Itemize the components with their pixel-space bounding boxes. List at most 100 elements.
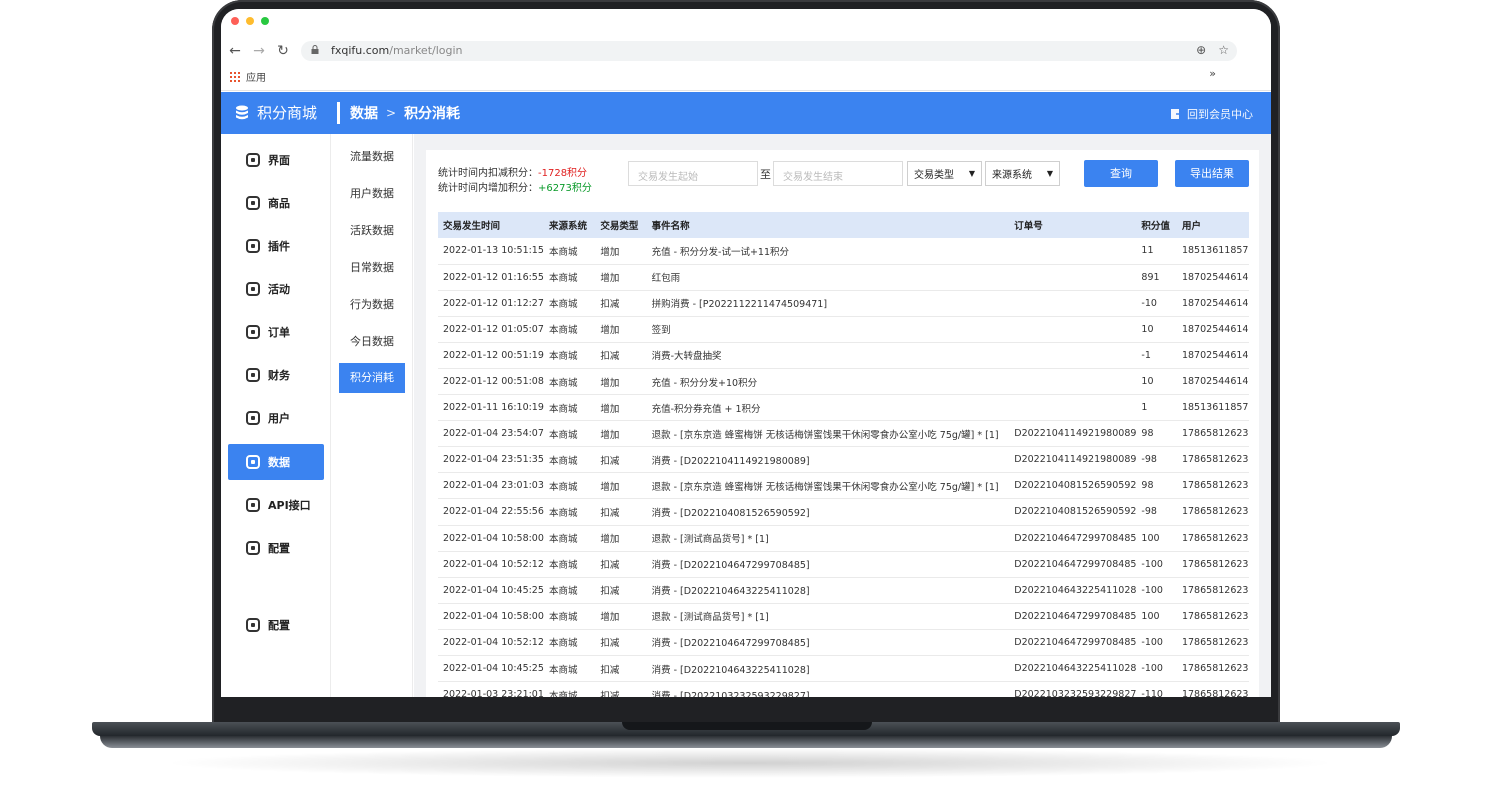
table-row[interactable]: 2022-01-12 01:12:27 本商城 扣减 拼购消费 - [P2022112… [438,290,1249,317]
cell-event: 消费 - [D2022104647299708485] [646,551,1010,578]
cell-time: 2022-01-04 23:51:35 [438,446,544,474]
source-system-select[interactable]: 来源系统 ▼ [985,161,1060,186]
col-header-event[interactable]: 事件名称 [646,212,1010,238]
cell-event: 退款 - [测试商品货号] * [1] [646,525,1010,552]
app-header: 积分商城 数据 > 积分消耗 回到会员中心 [221,92,1271,134]
table-row[interactable]: 2022-01-03 23:21:01 本商城 扣减 消费 - [D202210323… [438,681,1249,697]
cell-user: 18702544614 [1176,342,1249,369]
query-button[interactable]: 查询 [1084,160,1158,187]
table-row[interactable]: 2022-01-13 10:51:15 本商城 增加 充值 - 积分分发-试一试+11… [438,238,1249,265]
table-row[interactable]: 2022-01-12 01:05:07 本商城 增加 签到 10 18702544614 [438,316,1249,343]
sidebar-item-orders[interactable]: 订单 [228,314,324,350]
cell-time: 2022-01-04 23:01:03 [438,472,544,500]
cell-order: D2022104081526590592 [1009,498,1137,526]
cell-user: 18702544614 [1176,316,1249,343]
star-icon[interactable]: ☆ [1218,43,1229,57]
col-header-time[interactable]: 交易发生时间 [438,212,544,238]
transaction-type-select[interactable]: 交易类型 ▼ [907,161,982,186]
sidebar-item-config-bottom[interactable]: 配置 [228,607,324,643]
brand[interactable]: 积分商城 [235,102,317,123]
table-row[interactable]: 2022-01-04 23:51:35 本商城 扣减 消费 - [D202210411… [438,446,1249,474]
table-row[interactable]: 2022-01-04 10:52:12 本商城 扣减 消费 - [D202210464… [438,629,1249,657]
table-row[interactable]: 2022-01-12 00:51:19 本商城 扣减 消费-大转盘抽奖 -1 187025… [438,342,1249,369]
deduct-label: 统计时间内扣减积分： [438,168,538,179]
col-header-order[interactable]: 订单号 [1009,212,1137,238]
cell-time: 2022-01-12 00:51:19 [438,342,544,369]
start-date-input[interactable]: 交易发生起始 [628,161,758,186]
sidebar-item-users[interactable]: 用户 [228,400,324,436]
floor-shadow [160,748,1340,778]
submenu-item-today[interactable]: 今日数据 [339,327,405,357]
end-date-input[interactable]: 交易发生结束 [773,161,903,186]
cell-event: 消费 - [D2022104114921980089] [646,446,1010,474]
cell-points: 100 [1136,525,1177,552]
reload-icon[interactable]: ↻ [275,43,291,59]
chevron-down-icon: ▼ [968,169,975,178]
sidebar-item-activities[interactable]: 活动 [228,271,324,307]
forward-icon[interactable]: → [251,43,267,59]
cell-type: 扣减 [595,629,647,657]
sidebar-item-label: 商品 [268,197,290,210]
bookmark-apps[interactable]: 应用 [246,69,266,84]
table-row[interactable]: 2022-01-11 16:10:19 本商城 增加 充值-积分券充值 + 1积分 1 1… [438,394,1249,422]
cell-source: 本商城 [543,368,596,396]
cell-event: 消费 - [D2022104647299708485] [646,629,1010,657]
col-header-points[interactable]: 积分值 [1136,212,1177,238]
sidebar-item-api[interactable]: API接口 [228,487,324,523]
address-bar[interactable]: fxqifu.com/market/login ⊕ ☆ [301,41,1237,61]
submenu-item-users[interactable]: 用户数据 [339,179,405,209]
sidebar-item-config[interactable]: 配置 [228,530,324,566]
zoom-icon[interactable]: ⊕ [1196,43,1206,57]
close-window-button[interactable] [231,17,239,25]
sidebar-item-label: 数据 [268,456,290,469]
shirt-icon [246,153,260,167]
cell-event: 拼购消费 - [P2022112211474509471] [646,290,1010,317]
stats-summary: 统计时间内扣减积分：-1728积分 统计时间内增加积分：+6273积分 [438,166,592,196]
submenu-item-active[interactable]: 活跃数据 [339,216,405,246]
cell-source: 本商城 [543,603,596,630]
box-icon [246,196,260,210]
cell-type: 增加 [595,525,647,552]
back-icon[interactable]: ← [227,43,243,59]
cell-event: 消费 - [D2022103232593229827] [646,681,1010,697]
col-header-source[interactable]: 来源系统 [543,212,596,238]
breadcrumb-section[interactable]: 数据 [350,103,378,123]
table-row[interactable]: 2022-01-04 10:45:25 本商城 扣减 消费 - [D202210464… [438,655,1249,683]
table-row[interactable]: 2022-01-12 01:16:55 本商城 增加 红包雨 891 1870254461… [438,264,1249,291]
table-row[interactable]: 2022-01-04 22:55:56 本商城 扣减 消费 - [D202210408… [438,498,1249,526]
cell-order [1009,342,1137,369]
url-domain: fxqifu.com [331,44,390,57]
back-to-member-center-link[interactable]: 回到会员中心 [1170,106,1253,122]
table-row[interactable]: 2022-01-04 10:58:00 本商城 增加 退款 - [测试商品货号] * … [438,525,1249,552]
sidebar-item-interface[interactable]: 界面 [228,142,324,178]
export-button[interactable]: 导出结果 [1175,160,1249,187]
table-row[interactable]: 2022-01-04 23:54:07 本商城 增加 退款 - [京东京造 蜂蜜梅饼 … [438,420,1249,448]
sidebar-item-plugins[interactable]: 插件 [228,228,324,264]
col-header-type[interactable]: 交易类型 [595,212,647,238]
col-header-user[interactable]: 用户 [1176,212,1249,238]
table-row[interactable]: 2022-01-04 23:01:03 本商城 增加 退款 - [京东京造 蜂蜜梅饼 … [438,472,1249,500]
cell-time: 2022-01-04 10:52:12 [438,629,544,657]
table-row[interactable]: 2022-01-12 00:51:08 本商城 增加 充值 - 积分分发+10积分 10… [438,368,1249,396]
transaction-type-value: 交易类型 [914,170,954,181]
table-row[interactable]: 2022-01-04 10:52:12 本商城 扣减 消费 - [D202210464… [438,551,1249,578]
minimize-window-button[interactable] [246,17,254,25]
maximize-window-button[interactable] [261,17,269,25]
gear-icon [246,498,260,512]
submenu-item-behavior[interactable]: 行为数据 [339,290,405,320]
apps-grid-icon[interactable] [230,71,240,82]
sidebar-item-finance[interactable]: 财务 [228,357,324,393]
cell-source: 本商城 [543,525,596,552]
cell-source: 本商城 [543,472,596,500]
sidebar-item-data[interactable]: 数据 [228,444,324,480]
submenu-item-traffic[interactable]: 流量数据 [339,142,405,172]
cell-event: 红包雨 [646,264,1010,291]
table-row[interactable]: 2022-01-04 10:58:00 本商城 增加 退款 - [测试商品货号] * … [438,603,1249,630]
bookmarks-overflow-icon[interactable]: » [1209,67,1216,80]
laptop-notch [622,722,872,730]
table-row[interactable]: 2022-01-04 10:45:25 本商城 扣减 消费 - [D202210464… [438,577,1249,604]
submenu-item-daily[interactable]: 日常数据 [339,253,405,283]
sidebar-item-products[interactable]: 商品 [228,185,324,221]
submenu-item-points-consumption[interactable]: 积分消耗 [339,363,405,393]
sidebar-item-label: 插件 [268,240,290,253]
